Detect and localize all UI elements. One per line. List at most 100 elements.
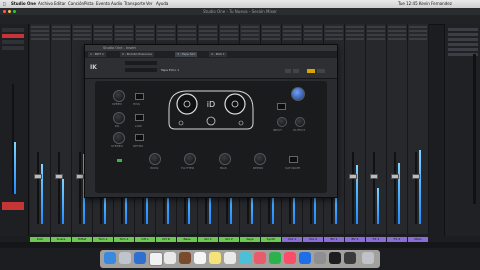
stereo-knob[interactable] — [113, 132, 125, 144]
zoom-window-button[interactable] — [13, 10, 16, 13]
maps-icon[interactable] — [239, 252, 251, 264]
insert-slot[interactable] — [304, 38, 322, 40]
insert-slot[interactable] — [52, 26, 70, 28]
insert-slot[interactable] — [346, 38, 364, 40]
insert-slot[interactable] — [241, 30, 259, 32]
insert-slot[interactable] — [346, 34, 364, 36]
panel-row[interactable] — [448, 33, 478, 36]
fader-handle[interactable] — [412, 174, 420, 179]
music-icon[interactable] — [284, 252, 296, 264]
insert-slot[interactable] — [199, 38, 217, 40]
insert-slot[interactable] — [73, 38, 91, 40]
insert-slot[interactable] — [157, 30, 175, 32]
insert-slot[interactable] — [409, 34, 427, 36]
audio-app-icon[interactable] — [344, 252, 356, 264]
mode-menu[interactable] — [125, 68, 157, 72]
insert-slot[interactable] — [157, 26, 175, 28]
app-menu[interactable]: Studio One — [11, 0, 36, 8]
insert-slot[interactable] — [283, 34, 301, 36]
panel-row[interactable] — [2, 40, 24, 44]
insert-slot[interactable] — [199, 30, 217, 32]
insert-slot[interactable] — [94, 30, 112, 32]
trash-icon[interactable] — [362, 252, 374, 264]
insert-slot[interactable] — [94, 34, 112, 36]
insert-slot[interactable] — [73, 26, 91, 28]
insert-slot[interactable] — [409, 26, 427, 28]
insert-slot[interactable] — [52, 34, 70, 36]
insert-slot[interactable] — [304, 30, 322, 32]
bypass-button[interactable] — [307, 69, 315, 73]
insert-slot[interactable] — [220, 30, 238, 32]
hiss-switch[interactable] — [135, 93, 144, 100]
tab-insert-4[interactable]: 4 - BAS 1 — [209, 52, 227, 57]
speed-knob[interactable] — [113, 90, 125, 102]
panel-row[interactable] — [448, 28, 478, 31]
insert-slot[interactable] — [157, 38, 175, 40]
messages-icon[interactable] — [269, 252, 281, 264]
eq-knob[interactable] — [113, 112, 125, 124]
repro-knob[interactable] — [254, 153, 266, 165]
insert-slot[interactable] — [262, 26, 280, 28]
menu-editar[interactable]: Editar — [54, 0, 66, 8]
insert-slot[interactable] — [325, 34, 343, 36]
tab-insert-3[interactable]: 3 - Tape Sim — [175, 52, 198, 57]
insert-slot[interactable] — [220, 26, 238, 28]
insert-slot[interactable] — [178, 38, 196, 40]
notes-icon[interactable] — [209, 252, 221, 264]
saturate-switch[interactable] — [289, 156, 298, 163]
insert-slot[interactable] — [73, 30, 91, 32]
apple-icon[interactable]:  — [3, 0, 5, 8]
launchpad-icon[interactable] — [119, 252, 131, 264]
panel-row[interactable] — [2, 28, 24, 32]
insert-slot[interactable] — [115, 34, 133, 36]
insert-slot[interactable] — [199, 26, 217, 28]
fader-handle[interactable] — [349, 174, 357, 179]
insert-slot[interactable] — [367, 34, 385, 36]
low-switch[interactable] — [135, 114, 144, 121]
insert-slot[interactable] — [346, 30, 364, 32]
menu-transporte[interactable]: Transporte — [124, 0, 145, 8]
main-out-button[interactable] — [2, 202, 24, 210]
insert-slot[interactable] — [31, 38, 49, 40]
output-knob[interactable] — [277, 117, 287, 127]
minimize-window-button[interactable] — [8, 10, 11, 13]
insert-slot[interactable] — [31, 34, 49, 36]
insert-slot[interactable] — [220, 38, 238, 40]
calendar-icon[interactable] — [194, 252, 206, 264]
insert-slot[interactable] — [409, 38, 427, 40]
tab-insert-1[interactable]: 1 - BDT 1 — [88, 52, 106, 57]
insert-slot[interactable] — [241, 26, 259, 28]
appstore-icon[interactable] — [299, 252, 311, 264]
tab-insert-2[interactable]: 2 - Bombo Presonus — [120, 52, 154, 57]
wow-knob[interactable] — [149, 153, 161, 165]
insert-slot[interactable] — [220, 34, 238, 36]
insert-slot[interactable] — [325, 26, 343, 28]
preset-menu[interactable] — [125, 61, 157, 65]
insert-slot[interactable] — [136, 26, 154, 28]
settings-icon[interactable] — [314, 252, 326, 264]
insert-slot[interactable] — [94, 26, 112, 28]
menu-audio[interactable]: Audio — [111, 0, 122, 8]
photos-icon[interactable] — [254, 252, 266, 264]
insert-slot[interactable] — [178, 34, 196, 36]
close-window-button[interactable] — [3, 10, 6, 13]
input-knob[interactable] — [291, 87, 305, 101]
insert-slot[interactable] — [283, 30, 301, 32]
panel-row[interactable] — [448, 43, 478, 46]
menu-ayuda[interactable]: Ayuda — [156, 0, 168, 8]
menu-pista[interactable]: Pista — [84, 0, 94, 8]
insert-slot[interactable] — [136, 34, 154, 36]
preset-name[interactable]: Tape Echo 1 — [161, 68, 179, 72]
menu-archivo[interactable]: Archivo — [38, 0, 53, 8]
insert-slot[interactable] — [388, 30, 406, 32]
fader-handle[interactable] — [391, 174, 399, 179]
mix-knob[interactable] — [295, 117, 305, 127]
insert-slot[interactable] — [262, 34, 280, 36]
insert-slot[interactable] — [136, 30, 154, 32]
insert-slot[interactable] — [73, 34, 91, 36]
insert-slot[interactable] — [52, 30, 70, 32]
insert-slot[interactable] — [388, 34, 406, 36]
menu-cancion[interactable]: Canción — [68, 0, 84, 8]
insert-slot[interactable] — [115, 38, 133, 40]
insert-slot[interactable] — [409, 30, 427, 32]
